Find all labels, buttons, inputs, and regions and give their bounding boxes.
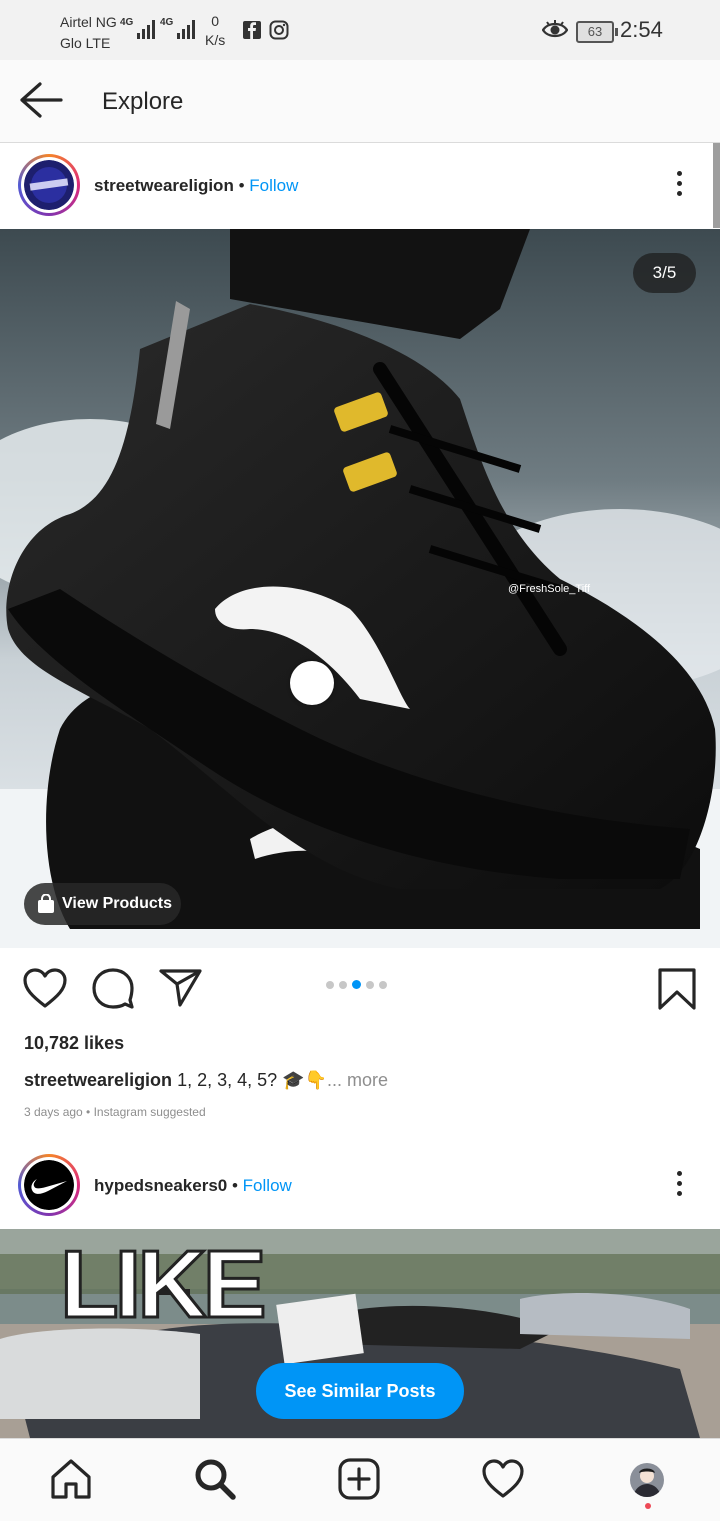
carrier-1: Airtel NG [60, 14, 117, 30]
profile-photo-icon [630, 1463, 664, 1497]
streetwear-avatar-icon [24, 160, 74, 210]
scrollbar[interactable] [713, 143, 720, 228]
separator-dot: • [238, 176, 245, 195]
like-heart-icon[interactable] [22, 967, 68, 1009]
photo-watermark: @FreshSole_Tiff [508, 583, 591, 595]
see-similar-posts-button[interactable]: See Similar Posts [256, 1363, 464, 1419]
facebook-icon [243, 21, 261, 39]
top-app-bar: Explore [0, 60, 720, 143]
post-image[interactable]: @FreshSole_Tiff [0, 229, 720, 948]
carrier-2: Glo LTE [60, 35, 111, 51]
bottom-navigation [0, 1438, 720, 1521]
battery-indicator: 63 [576, 21, 618, 43]
view-products-button[interactable]: View Products [24, 883, 181, 925]
follow-button[interactable]: Follow [249, 176, 298, 195]
more-options-icon[interactable] [668, 168, 690, 204]
clock: 2:54 [620, 17, 663, 42]
post-meta: 3 days ago • Instagram suggested [24, 1105, 206, 1119]
sneaker-photo: @FreshSole_Tiff [0, 229, 720, 948]
shopping-bag-icon [38, 894, 54, 913]
post-caption: streetweareligion 1, 2, 3, 4, 5? 🎓👇... m… [24, 1070, 388, 1091]
separator-dot: • [231, 1176, 238, 1195]
comment-icon[interactable] [90, 967, 136, 1009]
touch-indicator [290, 661, 334, 705]
post-header: streetweareligion • Follow [0, 143, 720, 229]
speed-unit: K/s [205, 32, 226, 48]
post-actions [0, 949, 720, 1027]
nike-swoosh-avatar-icon [24, 1160, 74, 1210]
view-products-label: View Products [62, 895, 172, 912]
notification-dot [645, 1503, 651, 1509]
status-bar: Airtel NG Glo LTE 4G 4G 0 K/s 63 2:54 [0, 0, 720, 60]
more-options-icon[interactable] [668, 1168, 690, 1204]
avatar[interactable] [18, 154, 80, 216]
post-author-line: hypedsneakers0 • Follow [94, 1176, 292, 1196]
back-arrow-icon[interactable] [18, 80, 64, 120]
caption-text: 1, 2, 3, 4, 5? 🎓👇 [172, 1070, 327, 1090]
carousel-dot [326, 980, 334, 989]
post-author-line: streetweareligion • Follow [94, 176, 298, 196]
follow-button[interactable]: Follow [243, 1176, 292, 1195]
page-title: Explore [102, 88, 184, 115]
carousel-dot [366, 980, 374, 989]
speed-value: 0 [211, 13, 220, 29]
instagram-icon [269, 20, 289, 40]
carousel-dot [379, 980, 387, 989]
new-post-icon[interactable] [337, 1457, 381, 1501]
overlay-like-text: LIKE [60, 1231, 264, 1338]
save-bookmark-icon[interactable] [656, 967, 698, 1011]
network-speed: 0 K/s [205, 12, 225, 50]
carrier-labels: Airtel NG Glo LTE [60, 12, 117, 54]
profile-avatar[interactable] [630, 1463, 664, 1497]
search-icon[interactable] [193, 1457, 237, 1501]
carousel-counter: 3/5 [633, 253, 696, 293]
eye-comfort-icon [542, 20, 568, 38]
signal-2-icon: 4G [160, 17, 196, 39]
activity-heart-icon[interactable] [481, 1457, 525, 1501]
caption-more-link[interactable]: ... more [327, 1070, 388, 1090]
share-send-icon[interactable] [158, 967, 204, 1009]
avatar[interactable] [18, 1154, 80, 1216]
network-type-2: 4G [160, 17, 174, 28]
post-username[interactable]: hypedsneakers0 [94, 1176, 227, 1195]
carousel-indicator [326, 980, 387, 989]
carousel-dot [339, 980, 347, 989]
carousel-dot-active [352, 980, 361, 989]
home-icon[interactable] [49, 1457, 93, 1501]
post-username[interactable]: streetweareligion [94, 176, 234, 195]
post-header: hypedsneakers0 • Follow [0, 1143, 720, 1229]
signal-1-icon: 4G [120, 17, 156, 39]
network-type-1: 4G [120, 17, 134, 28]
caption-username[interactable]: streetweareligion [24, 1070, 172, 1090]
like-count[interactable]: 10,782 likes [24, 1033, 124, 1054]
